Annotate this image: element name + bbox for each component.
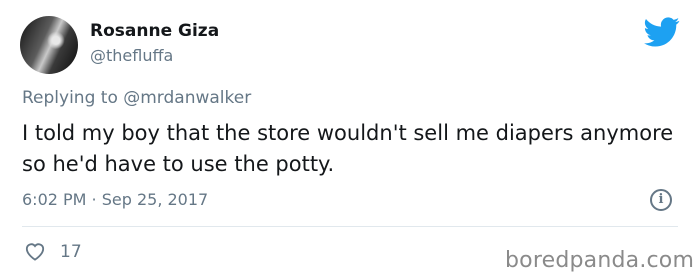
replying-to: Replying to @mrdanwalker — [22, 88, 251, 108]
replying-to-label: Replying to — [22, 88, 118, 108]
author-name[interactable]: Rosanne Giza — [90, 21, 219, 41]
divider — [22, 226, 678, 227]
like-count: 17 — [60, 242, 82, 262]
twitter-bird-icon[interactable] — [644, 14, 680, 50]
tweet-timestamp[interactable]: 6:02 PM · Sep 25, 2017 — [22, 190, 208, 209]
info-icon[interactable]: i — [650, 189, 672, 211]
author-handle[interactable]: @thefluffa — [90, 46, 173, 65]
watermark: boredpanda.com — [505, 248, 695, 273]
avatar[interactable] — [20, 16, 78, 74]
reply-mention-link[interactable]: @mrdanwalker — [123, 88, 251, 108]
heart-icon[interactable] — [24, 241, 46, 261]
tweet-text: I told my boy that the store wouldn't se… — [22, 121, 674, 176]
